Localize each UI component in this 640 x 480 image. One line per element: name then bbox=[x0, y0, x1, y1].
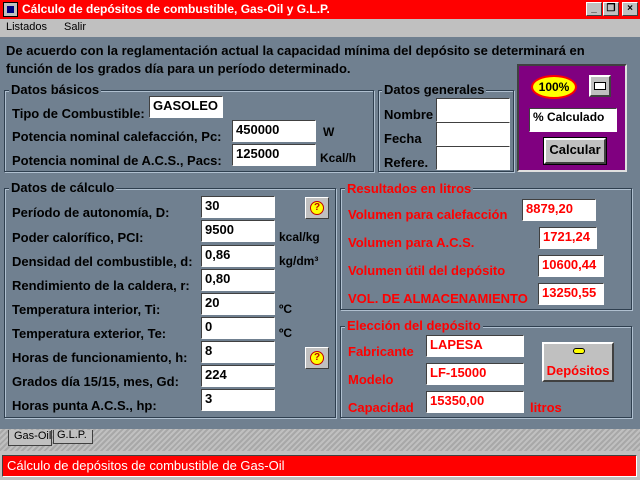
poder-calorifico-field[interactable]: 9500 bbox=[201, 220, 275, 242]
minimize-icon: _ bbox=[591, 3, 597, 14]
densidad-unit: kg/dm³ bbox=[279, 254, 319, 268]
app-icon[interactable] bbox=[3, 2, 18, 17]
volumen-calefaccion-field: 8879,20 bbox=[522, 199, 596, 221]
volumen-calefaccion-label: Volumen para calefacción bbox=[348, 207, 508, 222]
referencia-label: Refere. bbox=[384, 155, 429, 170]
temp-exterior-unit: ºC bbox=[279, 326, 293, 340]
horas-punta-field[interactable]: 3 bbox=[201, 389, 275, 411]
depositos-button[interactable]: Depósitos bbox=[542, 342, 614, 382]
tab-gas-oil[interactable]: Gas-Oil bbox=[8, 430, 52, 446]
horas-funcionamiento-label: Horas de funcionamiento, h: bbox=[12, 350, 188, 365]
window-title: Cálculo de depósitos de combustible, Gas… bbox=[22, 2, 330, 16]
autonomia-label: Período de autonomía, D: bbox=[12, 205, 170, 220]
referencia-field[interactable] bbox=[436, 146, 510, 170]
modelo-label: Modelo bbox=[348, 372, 394, 387]
volumen-almacenamiento-field: 13250,55 bbox=[538, 283, 604, 305]
modo-calculo-field[interactable]: % Calculado bbox=[529, 108, 617, 132]
potencia-calefaccion-field[interactable]: 450000 bbox=[232, 120, 316, 142]
help-icon: ? bbox=[310, 201, 324, 215]
print-button[interactable] bbox=[589, 75, 611, 97]
nombre-field[interactable] bbox=[436, 98, 510, 122]
tank-icon bbox=[573, 348, 585, 354]
menu-listados[interactable]: Listados bbox=[6, 21, 47, 33]
fabricante-field[interactable]: LAPESA bbox=[426, 335, 524, 357]
autonomia-field[interactable]: 30 bbox=[201, 196, 275, 218]
capacidad-field: 15350,00 bbox=[426, 391, 524, 413]
close-icon: × bbox=[627, 3, 633, 14]
potencia-acs-label: Potencia nominal de A.C.S., Pacs: bbox=[12, 153, 222, 168]
volumen-almacenamiento-label: VOL. DE ALMACENAMIENTO bbox=[348, 291, 528, 306]
potencia-acs-field[interactable]: 125000 bbox=[232, 144, 316, 166]
volumen-acs-field: 1721,24 bbox=[539, 227, 597, 249]
restore-button[interactable]: ❐ bbox=[603, 2, 619, 16]
densidad-field[interactable]: 0,86 bbox=[201, 245, 275, 267]
grados-dia-field[interactable]: 224 bbox=[201, 365, 275, 387]
resultados-title: Resultados en litros bbox=[345, 181, 474, 196]
temp-exterior-field[interactable]: 0 bbox=[201, 317, 275, 339]
calcular-button[interactable]: Calcular bbox=[543, 137, 607, 165]
tab-glp[interactable]: G.L.P. bbox=[53, 429, 93, 444]
volumen-util-field: 10600,44 bbox=[538, 255, 604, 277]
capacidad-label: Capacidad bbox=[348, 400, 414, 415]
close-button[interactable]: × bbox=[622, 2, 638, 16]
potencia-calefaccion-unit: W bbox=[323, 125, 335, 139]
zoom-badge[interactable]: 100% bbox=[531, 75, 577, 99]
temp-interior-label: Temperatura interior, Ti: bbox=[12, 302, 161, 317]
rendimiento-label: Rendimiento de la caldera, r: bbox=[12, 278, 190, 293]
printer-icon bbox=[594, 82, 606, 90]
tipo-combustible-field[interactable]: GASOLEO bbox=[149, 96, 223, 118]
modelo-field[interactable]: LF-15000 bbox=[426, 363, 524, 385]
status-text: Cálculo de depósitos de combustible de G… bbox=[2, 455, 637, 477]
help-autonomia-button[interactable]: ? bbox=[305, 197, 329, 219]
temp-exterior-label: Temperatura exterior, Te: bbox=[12, 326, 167, 341]
temp-interior-field[interactable]: 20 bbox=[201, 293, 275, 315]
datos-basicos-title: Datos básicos bbox=[9, 82, 102, 97]
title-bar: Cálculo de depósitos de combustible, Gas… bbox=[0, 0, 640, 19]
datos-calculo-title: Datos de cálculo bbox=[9, 180, 117, 195]
horas-punta-label: Horas punta A.C.S., hp: bbox=[12, 398, 157, 413]
volumen-acs-label: Volumen para A.C.S. bbox=[348, 235, 475, 250]
potencia-acs-unit: Kcal/h bbox=[320, 151, 357, 165]
help-icon: ? bbox=[310, 351, 324, 365]
datos-generales-title: Datos generales bbox=[382, 82, 487, 97]
tab-strip: Gas-Oil G.L.P. bbox=[0, 429, 640, 451]
poder-calorifico-label: Poder calorífico, PCI: bbox=[12, 230, 144, 245]
restore-icon: ❐ bbox=[606, 3, 616, 14]
grados-dia-label: Grados día 15/15, mes, Gd: bbox=[12, 374, 179, 389]
depositos-label: Depósitos bbox=[546, 363, 610, 378]
menu-bar: Listados Salir bbox=[0, 19, 640, 37]
eleccion-title: Elección del depósito bbox=[345, 318, 483, 333]
poder-calorifico-unit: kcal/kg bbox=[279, 230, 320, 244]
help-horas-button[interactable]: ? bbox=[305, 347, 329, 369]
fabricante-label: Fabricante bbox=[348, 344, 414, 359]
fecha-label: Fecha bbox=[384, 131, 422, 146]
horas-funcionamiento-field[interactable]: 8 bbox=[201, 341, 275, 363]
tipo-combustible-label: Tipo de Combustible: bbox=[12, 106, 145, 121]
potencia-calefaccion-label: Potencia nominal calefacción, Pc: bbox=[12, 129, 222, 144]
fecha-field[interactable] bbox=[436, 122, 510, 146]
volumen-util-label: Volumen útil del depósito bbox=[348, 263, 506, 278]
minimize-button[interactable]: _ bbox=[586, 2, 602, 16]
tools-panel: 100% % Calculado Calcular bbox=[517, 64, 627, 172]
temp-interior-unit: ºC bbox=[279, 302, 293, 316]
tab-strip-pattern bbox=[0, 429, 640, 451]
rendimiento-field[interactable]: 0,80 bbox=[201, 269, 275, 291]
densidad-label: Densidad del combustible, d: bbox=[12, 254, 193, 269]
nombre-label: Nombre bbox=[384, 107, 434, 122]
menu-salir[interactable]: Salir bbox=[64, 21, 86, 33]
capacidad-unit: litros bbox=[530, 400, 562, 415]
status-bar: Cálculo de depósitos de combustible de G… bbox=[0, 451, 640, 480]
